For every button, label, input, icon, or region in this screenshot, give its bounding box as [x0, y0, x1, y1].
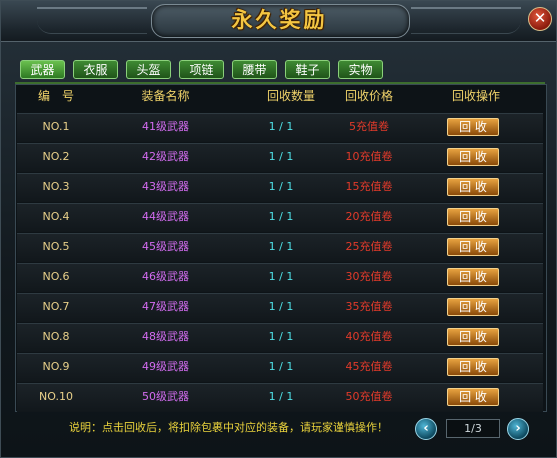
row-quantity: 1 / 1: [268, 300, 294, 313]
column-header-id: 编 号: [37, 89, 74, 103]
prev-page-button[interactable]: ‹: [415, 418, 437, 440]
row-item-name: 48级武器: [142, 330, 189, 343]
row-price: 10充值卷: [345, 150, 393, 163]
recycle-button[interactable]: 回 收: [447, 358, 499, 376]
title-bar: 永久奖励 ✕: [1, 1, 556, 42]
page-indicator: 1/3: [446, 419, 500, 438]
recycle-button[interactable]: 回 收: [447, 178, 499, 196]
row-price: 35充值卷: [345, 300, 393, 313]
tab-physical[interactable]: 实物: [338, 60, 383, 79]
tab-clothes[interactable]: 衣服: [73, 60, 118, 79]
row-item-name: 50级武器: [142, 390, 189, 403]
row-item-name: 49级武器: [142, 360, 189, 373]
row-item-name: 47级武器: [142, 300, 189, 313]
recycle-button[interactable]: 回 收: [447, 148, 499, 166]
recycle-button[interactable]: 回 收: [447, 388, 499, 406]
row-id: NO.6: [42, 270, 70, 283]
recycle-button[interactable]: 回 收: [447, 328, 499, 346]
row-id: NO.5: [42, 240, 70, 253]
recycle-button[interactable]: 回 收: [447, 208, 499, 226]
tab-belt[interactable]: 腰带: [232, 60, 277, 79]
footer-note: 说明：点击回收后，将扣除包裹中对应的装备，请玩家谨慎操作！: [69, 421, 388, 434]
column-header-name: 装备名称: [141, 89, 190, 103]
row-id: NO.8: [42, 330, 70, 343]
row-id: NO.2: [42, 150, 70, 163]
row-item-name: 44级武器: [142, 210, 189, 223]
row-id: NO.9: [42, 360, 70, 373]
row-item-name: 43级武器: [142, 180, 189, 193]
row-quantity: 1 / 1: [268, 270, 294, 283]
recycle-button[interactable]: 回 收: [447, 238, 499, 256]
recycle-button[interactable]: 回 收: [447, 298, 499, 316]
row-id: NO.4: [42, 210, 70, 223]
title-ornament-right: [411, 7, 521, 34]
row-quantity: 1 / 1: [268, 330, 294, 343]
column-header-price: 回收价格: [344, 89, 393, 103]
row-price: 40充值卷: [345, 330, 393, 343]
row-quantity: 1 / 1: [268, 210, 294, 223]
row-price: 30充值卷: [345, 270, 393, 283]
row-id: NO.3: [42, 180, 70, 193]
row-quantity: 1 / 1: [268, 150, 294, 163]
close-icon: ✕: [533, 9, 547, 27]
row-price: 45充值卷: [345, 360, 393, 373]
row-price: 25充值卷: [345, 240, 393, 253]
recycle-button[interactable]: 回 收: [447, 268, 499, 286]
row-id: NO.1: [42, 120, 70, 133]
close-button[interactable]: ✕: [528, 7, 552, 31]
row-id: NO.7: [42, 300, 70, 313]
category-tabs: 武器 衣服 头盔 项链 腰带 鞋子 实物: [15, 58, 545, 84]
tab-weapon[interactable]: 武器: [20, 60, 65, 79]
tab-shoes[interactable]: 鞋子: [285, 60, 330, 79]
reward-window: 永久奖励 ✕ 武器 衣服 头盔 项链 腰带 鞋子 实物 编 号 装备名称 回收数…: [0, 0, 557, 458]
window-title: 永久奖励: [231, 7, 328, 32]
row-quantity: 1 / 1: [268, 180, 294, 193]
row-price: 20充值卷: [345, 210, 393, 223]
row-quantity: 1 / 1: [268, 120, 294, 133]
row-price: 5充值卷: [349, 120, 389, 133]
row-price: 50充值卷: [345, 390, 393, 403]
row-quantity: 1 / 1: [268, 390, 294, 403]
title-ornament-left: [37, 7, 147, 34]
column-header-action: 回收操作: [451, 89, 500, 103]
row-item-name: 42级武器: [142, 150, 189, 163]
row-id: NO.10: [39, 390, 73, 403]
row-quantity: 1 / 1: [268, 360, 294, 373]
next-page-button[interactable]: ›: [507, 418, 529, 440]
chevron-left-icon: ‹: [423, 421, 429, 436]
row-price: 15充值卷: [345, 180, 393, 193]
chevron-right-icon: ›: [515, 421, 521, 436]
row-item-name: 41级武器: [142, 120, 189, 133]
tab-helmet[interactable]: 头盔: [126, 60, 171, 79]
row-item-name: 46级武器: [142, 270, 189, 283]
tab-necklace[interactable]: 项链: [179, 60, 224, 79]
recycle-button[interactable]: 回 收: [447, 118, 499, 136]
row-quantity: 1 / 1: [268, 240, 294, 253]
row-item-name: 45级武器: [142, 240, 189, 253]
